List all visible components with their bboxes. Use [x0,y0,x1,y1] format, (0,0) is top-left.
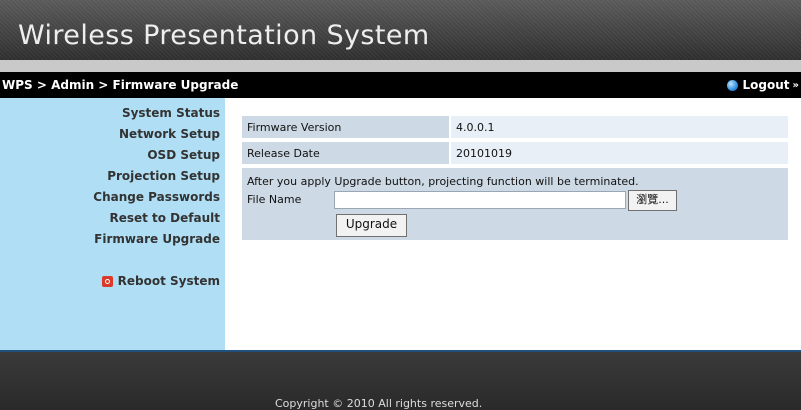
release-date-value: 20101019 [456,147,512,160]
firmware-version-label-cell: Firmware Version [242,116,449,138]
upgrade-panel: After you apply Upgrade button, projecti… [242,168,788,240]
release-date-value-cell: 20101019 [451,142,788,164]
power-icon [101,275,113,287]
firmware-version-row: Firmware Version 4.0.0.1 [242,116,788,138]
app-title: Wireless Presentation System [18,20,430,51]
release-date-label-cell: Release Date [242,142,449,164]
upgrade-notice: After you apply Upgrade button, projecti… [247,175,639,188]
sidebar-item-system-status[interactable]: System Status [122,106,220,120]
sidebar-item-osd-setup[interactable]: OSD Setup [147,148,220,162]
sidebar-item-network-setup[interactable]: Network Setup [119,127,220,141]
top-navbar: WPS > Admin > Firmware Upgrade Logout » [0,72,801,98]
reboot-label: Reboot System [117,274,220,288]
firmware-version-value-cell: 4.0.0.1 [451,116,788,138]
release-date-row: Release Date 20101019 [242,142,788,164]
globe-icon [726,79,738,91]
sidebar-item-projection-setup[interactable]: Projection Setup [107,169,220,183]
header-banner: Wireless Presentation System [0,0,801,60]
file-name-label: File Name [247,193,302,206]
sidebar-item-firmware-upgrade[interactable]: Firmware Upgrade [94,232,220,246]
main-content: Firmware Version 4.0.0.1 Release Date 20… [225,98,801,350]
double-chevron-right-icon: » [792,79,799,91]
header-divider [0,60,801,72]
copyright-text: Copyright © 2010 All rights reserved. [275,397,483,410]
footer: Copyright © 2010 All rights reserved. [0,352,801,410]
logout-button[interactable]: Logout » [726,78,799,92]
logout-label: Logout [742,78,790,92]
upgrade-button[interactable]: Upgrade [336,214,407,237]
reboot-system-button[interactable]: Reboot System [101,274,220,288]
firmware-version-label: Firmware Version [247,121,342,134]
release-date-label: Release Date [247,147,320,160]
browse-button[interactable]: 瀏覽... [628,190,677,211]
breadcrumb: WPS > Admin > Firmware Upgrade [2,78,239,92]
file-name-input[interactable] [334,191,626,209]
sidebar: System Status Network Setup OSD Setup Pr… [0,98,225,350]
sidebar-item-reset-to-default[interactable]: Reset to Default [109,211,220,225]
sidebar-item-change-passwords[interactable]: Change Passwords [93,190,220,204]
firmware-version-value: 4.0.0.1 [456,121,495,134]
